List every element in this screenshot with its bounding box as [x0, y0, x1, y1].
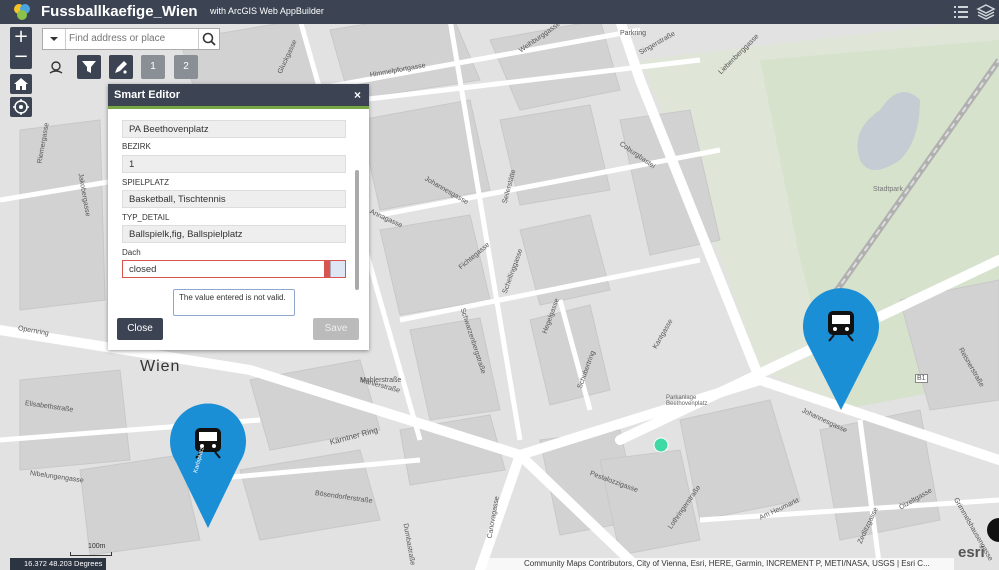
select-tool-button[interactable] — [44, 56, 68, 80]
app-header: Fussballkaefige_Wien with ArcGIS Web App… — [0, 0, 999, 24]
chevron-down-icon[interactable] — [330, 261, 345, 277]
street-label: Parkanlage Beethovenplatz — [666, 395, 708, 407]
list-icon[interactable] — [951, 2, 971, 22]
app-title: Fussballkaefige_Wien — [41, 3, 198, 20]
widget-2-button[interactable]: 2 — [174, 55, 198, 79]
home-icon — [14, 78, 28, 90]
field-value-name: PA Beethovenplatz — [122, 120, 346, 138]
coordinate-display: 16.372 48.203 Degrees — [10, 558, 107, 570]
panel-scrollbar[interactable] — [355, 170, 359, 290]
search-icon — [202, 32, 216, 46]
field-value-bezirk[interactable]: 1 — [122, 155, 346, 173]
filter-button[interactable] — [77, 55, 101, 79]
city-label: Wien — [140, 358, 181, 375]
street-label: Parkring — [620, 30, 647, 37]
edit-icon — [115, 61, 127, 74]
road-shield: B1 — [915, 374, 928, 383]
search-input[interactable] — [69, 33, 189, 44]
save-button[interactable]: Save — [313, 318, 359, 340]
field-value-typ-detail[interactable]: Ballspielk,fig, Ballspielplatz — [122, 225, 346, 243]
field-label-dach: Dach — [122, 248, 141, 257]
panel-title: Smart Editor — [108, 84, 369, 109]
zoom-in-button[interactable]: + — [10, 27, 32, 47]
zoom-out-button[interactable]: − — [10, 47, 32, 67]
panel-close-icon[interactable]: × — [354, 84, 361, 106]
search-widget — [42, 28, 220, 50]
field-label-bezirk: BEZIRK — [122, 142, 151, 151]
dach-select[interactable]: closed — [122, 260, 346, 278]
widget-1-button[interactable]: 1 — [141, 55, 165, 79]
attribution: Community Maps Contributors, City of Vie… — [484, 558, 954, 570]
search-source-dropdown[interactable] — [43, 29, 66, 49]
street-label: Stadtpark — [873, 186, 903, 193]
field-label-typ-detail: TYP_DETAIL — [122, 213, 170, 222]
zoom-control: + − — [10, 27, 32, 69]
street-label: Mahlerstraße — [360, 377, 402, 384]
locate-button[interactable] — [10, 97, 32, 117]
validation-tooltip: The value entered is not valid. — [173, 289, 295, 316]
field-label-spielplatz: SPIELPLATZ — [122, 178, 169, 187]
search-button[interactable] — [198, 29, 219, 49]
scale-label: 100m — [88, 543, 106, 550]
filter-icon — [82, 61, 96, 73]
locate-icon — [13, 99, 29, 115]
arcgis-logo-icon — [14, 4, 30, 20]
app-subtitle: with ArcGIS Web AppBuilder — [210, 6, 324, 16]
edit-button[interactable] — [109, 55, 133, 79]
field-value-spielplatz[interactable]: Basketball, Tischtennis — [122, 190, 346, 208]
home-button[interactable] — [10, 74, 32, 94]
chevron-down-icon — [50, 37, 58, 41]
layers-icon[interactable] — [976, 2, 996, 22]
select-tool-icon — [49, 61, 63, 74]
esri-logo: esri — [958, 544, 985, 561]
close-button[interactable]: Close — [117, 318, 163, 340]
dach-select-value: closed — [129, 264, 157, 275]
attribute-form: PA Beethovenplatz BEZIRK 1 SPIELPLATZ Ba… — [118, 110, 354, 286]
